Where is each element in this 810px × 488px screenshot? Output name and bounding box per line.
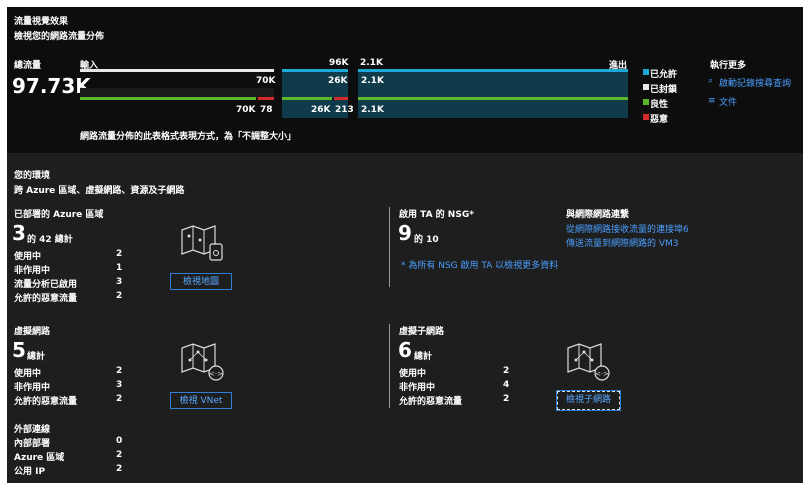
environment-panel — [7, 153, 803, 483]
external-publicip-value: 2 — [116, 464, 123, 474]
malicious-bar — [258, 97, 274, 100]
legend-blocked-label: 已封鎖 — [650, 85, 678, 95]
legend-malicious-swatch — [643, 114, 649, 120]
nsg-title: 啟用 TA 的 NSG* — [399, 210, 474, 220]
traffic-note: 網路流量分佈的此表格式表現方式，為「不調整大小」 — [80, 132, 297, 142]
divider — [389, 207, 390, 287]
vnets-inactive-value: 3 — [116, 380, 123, 390]
row2-out-value: 2.1K — [361, 76, 384, 86]
subnets-malicious-value: 2 — [503, 394, 510, 404]
external-azure-value: 2 — [116, 450, 123, 460]
row1-allowed-out-value: 2.1K — [360, 58, 383, 68]
panel-subtitle: 檢視您的網路流量分佈 — [14, 32, 105, 42]
environment-title: 您的環境 — [14, 171, 51, 181]
regions-malicious-value: 2 — [116, 291, 123, 301]
regions-inactive-label: 非作用中 — [14, 266, 51, 276]
legend-allowed-swatch — [643, 69, 649, 75]
regions-count: 3 — [12, 221, 26, 245]
regions-malicious-label: 允許的惡意流量 — [14, 294, 78, 304]
regions-inactive-value: 1 — [116, 263, 123, 273]
legend-benign-label: 良性 — [650, 100, 669, 110]
row2-mid-value: 26K — [328, 76, 348, 86]
view-subnets-button[interactable]: 檢視子網路 — [556, 390, 621, 411]
external-onprem-label: 內部部署 — [14, 439, 51, 449]
total-traffic-value: 97.73K — [12, 74, 91, 98]
svg-text:<·>: <·> — [209, 370, 223, 378]
subnet-icon: <·> — [567, 343, 610, 381]
enable-ta-link[interactable]: * 為所有 NSG 啟用 TA 以檢視更多資料 — [401, 258, 558, 271]
vnets-count-suffix: 總計 — [27, 352, 46, 362]
external-onprem-value: 0 — [116, 436, 123, 446]
internet-title: 與網際網路連繫 — [566, 210, 630, 220]
regions-ta-enabled-label: 流量分析已啟用 — [14, 280, 78, 290]
outbound-fill-block — [358, 72, 628, 98]
subnets-inactive-label: 非作用中 — [399, 383, 436, 393]
row3-malicious-in-value: 78 — [260, 105, 273, 115]
vnets-malicious-label: 允許的惡意流量 — [14, 397, 78, 407]
legend-blocked-swatch — [643, 84, 649, 90]
regions-active-value: 2 — [116, 249, 123, 259]
vnets-count: 5 — [12, 338, 26, 362]
row3-out-value: 2.1K — [361, 105, 384, 115]
subnets-malicious-label: 允許的惡意流量 — [399, 397, 463, 407]
legend-malicious-label: 惡意 — [650, 115, 669, 125]
row3-benign-in-value: 70K — [236, 105, 256, 115]
vnet-icon: <·> — [181, 343, 224, 381]
external-publicip-label: 公用 IP — [14, 467, 46, 477]
document-icon: ≡ — [708, 96, 716, 106]
environment-subtitle: 跨 Azure 區域、虛擬網路、資源及子網路 — [14, 186, 185, 196]
subnets-inactive-value: 4 — [503, 380, 510, 390]
do-more-title: 執行更多 — [710, 61, 747, 71]
vnets-active-value: 2 — [116, 366, 123, 376]
divider — [389, 324, 390, 408]
internet-ports-link[interactable]: 從網際網路接收流量的連接埠6 — [566, 222, 689, 235]
vnets-title: 虛擬網路 — [14, 327, 51, 337]
nsg-count: 9 — [398, 221, 412, 245]
panel-title: 流量視覺效果 — [14, 17, 69, 27]
row3-malicious-mid-value: 213 — [335, 105, 354, 115]
nsg-count-suffix: 的 10 — [414, 235, 439, 245]
total-traffic-label: 總流量 — [14, 61, 42, 71]
subnets-count: 6 — [398, 338, 412, 362]
benign-bar — [80, 97, 256, 100]
inbound-total-bar — [80, 69, 274, 72]
view-vnet-button[interactable]: 檢視 VNet — [170, 392, 232, 409]
external-azure-label: Azure 區域 — [14, 453, 65, 463]
vnets-active-label: 使用中 — [14, 369, 42, 379]
regions-count-suffix: 的 42 總計 — [27, 235, 73, 245]
regions-ta-enabled-value: 3 — [116, 277, 123, 287]
subnets-active-label: 使用中 — [399, 369, 427, 379]
documentation-link[interactable]: 文件 — [719, 95, 737, 108]
benign-out-fill-block — [358, 100, 628, 118]
external-title: 外部連線 — [14, 425, 51, 435]
legend-benign-swatch — [643, 99, 649, 105]
regions-active-label: 使用中 — [14, 252, 42, 262]
row3-benign-mid-value: 26K — [311, 105, 331, 115]
view-map-button[interactable]: 檢視地圖 — [170, 273, 232, 290]
row2-in-value: 70K — [256, 76, 276, 86]
subnets-active-value: 2 — [503, 366, 510, 376]
vnets-malicious-value: 2 — [116, 394, 123, 404]
subnets-count-suffix: 總計 — [414, 352, 433, 362]
legend-allowed-label: 已允許 — [650, 70, 678, 80]
log-search-link[interactable]: 啟動記錄搜尋查詢 — [719, 76, 791, 89]
svg-text:<·>: <·> — [595, 370, 609, 378]
regions-title: 已部署的 Azure 區域 — [14, 210, 104, 220]
row1-allowed-in-value: 96K — [329, 58, 349, 68]
internet-vm-link[interactable]: 傳送流量到網際網路的 VM3 — [566, 236, 679, 249]
subnets-title: 虛擬子網路 — [399, 327, 445, 337]
search-icon: ⌕ — [708, 76, 714, 86]
vnets-inactive-label: 非作用中 — [14, 383, 51, 393]
region-map-icon — [181, 225, 223, 261]
